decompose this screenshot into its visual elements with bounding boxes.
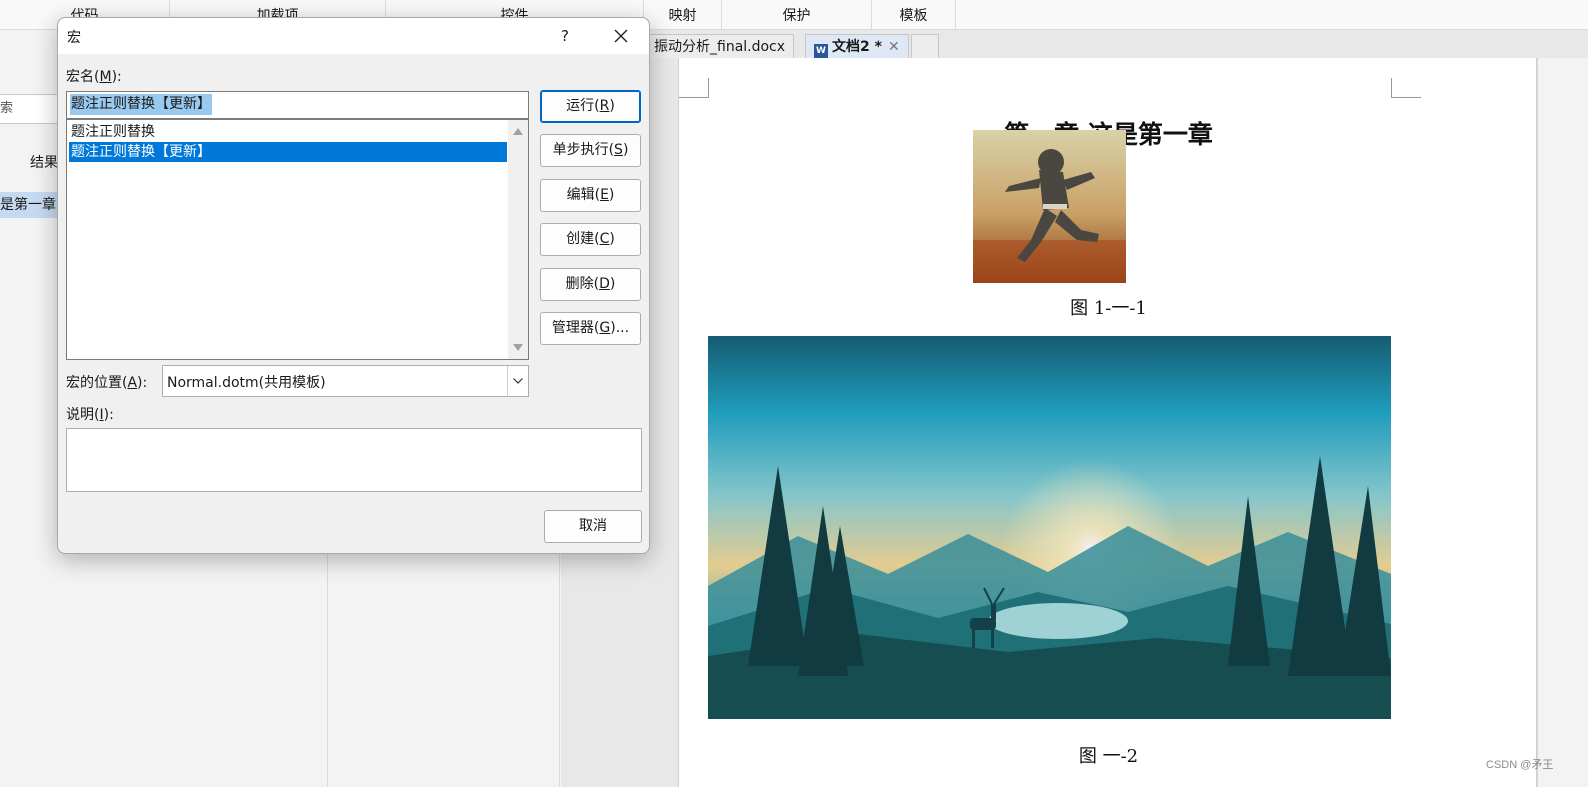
list-item-selected[interactable]: 题注正则替换【更新】 bbox=[69, 142, 507, 162]
macro-name-label: 宏名(M): bbox=[66, 69, 122, 85]
macro-location-select[interactable]: Normal.dotm(共用模板) bbox=[162, 365, 529, 397]
document-page[interactable]: 第一章 这是第一章 bbox=[678, 58, 1537, 787]
doc-tab-vibration[interactable]: 振动分析_final.docx bbox=[645, 34, 795, 58]
run-button[interactable]: 运行(R) bbox=[540, 90, 641, 123]
macros-dialog: 宏 ? 宏名(M): 题注正则替换【更新】 题注正则替换 题注正则替换【更新】 … bbox=[57, 17, 650, 554]
delete-button[interactable]: 删除(D) bbox=[540, 268, 641, 301]
word-doc-icon: W bbox=[814, 44, 828, 58]
document-area: 振动分析_final.docx W文档2 *✕ 第一章 这是第一章 bbox=[561, 30, 1588, 787]
margin-corner-right bbox=[1391, 78, 1421, 98]
margin-corner-left bbox=[679, 78, 709, 98]
step-into-button[interactable]: 单步执行(S) bbox=[540, 134, 641, 167]
close-icon[interactable] bbox=[598, 18, 644, 54]
edit-button[interactable]: 编辑(E) bbox=[540, 179, 641, 212]
nav-heading-item[interactable]: 是第一章 bbox=[0, 192, 60, 218]
ribbon-group-mapping[interactable]: 映射 bbox=[644, 0, 722, 30]
ribbon-group-protect[interactable]: 保护 bbox=[722, 0, 872, 30]
macro-name-input[interactable]: 题注正则替换【更新】 bbox=[66, 91, 529, 119]
macro-list[interactable]: 题注正则替换 题注正则替换【更新】 bbox=[66, 119, 529, 360]
macro-location-label: 宏的位置(A): bbox=[66, 375, 148, 391]
watermark: CSDN @矛王 bbox=[1486, 759, 1554, 771]
scroll-down-icon[interactable] bbox=[513, 344, 523, 351]
chevron-down-icon[interactable] bbox=[507, 366, 528, 396]
figure-caption-1: 图 1-一-1 bbox=[1070, 298, 1147, 319]
create-button[interactable]: 创建(C) bbox=[540, 223, 641, 256]
cancel-button[interactable]: 取消 bbox=[544, 510, 642, 543]
macro-name-value: 题注正则替换【更新】 bbox=[70, 94, 212, 115]
organizer-button[interactable]: 管理器(G)... bbox=[540, 312, 641, 345]
close-tab-icon[interactable]: ✕ bbox=[888, 39, 900, 55]
macro-list-scrollbar[interactable] bbox=[508, 120, 528, 359]
figure-running-man-image[interactable] bbox=[973, 130, 1126, 283]
macro-location-value: Normal.dotm(共用模板) bbox=[167, 375, 326, 391]
figure-caption-2: 图 一-2 bbox=[1078, 746, 1139, 767]
dialog-title: 宏 bbox=[67, 30, 81, 46]
scroll-up-icon[interactable] bbox=[513, 128, 523, 135]
figure-landscape-image[interactable] bbox=[708, 336, 1391, 719]
dialog-titlebar[interactable]: 宏 ? bbox=[58, 18, 649, 54]
document-scrollbar[interactable] bbox=[1537, 58, 1588, 787]
description-label: 说明(I): bbox=[66, 407, 114, 423]
nav-search-input[interactable]: 索 bbox=[0, 94, 62, 124]
description-field[interactable] bbox=[66, 428, 642, 492]
document-tab-bar: 振动分析_final.docx W 文档2 * ✕ bbox=[561, 30, 1588, 58]
help-icon[interactable]: ? bbox=[542, 18, 588, 54]
nav-results-tab[interactable]: 结果 bbox=[30, 152, 58, 172]
doc-tab-doc2[interactable]: W 文档2 * ✕ bbox=[805, 34, 909, 58]
list-item[interactable]: 题注正则替换 bbox=[69, 122, 507, 142]
ribbon-group-templates[interactable]: 模板 bbox=[872, 0, 956, 30]
new-tab-button[interactable] bbox=[911, 34, 939, 58]
